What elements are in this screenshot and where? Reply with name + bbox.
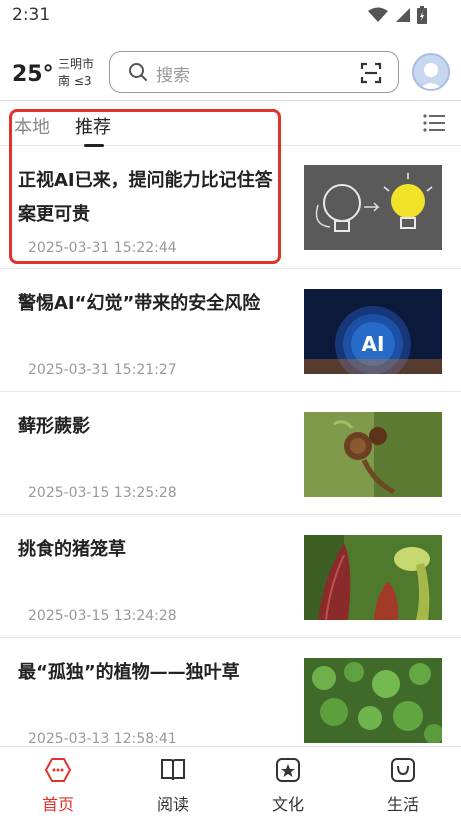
temperature: 25° — [12, 62, 54, 87]
news-item[interactable]: 警惕AI“幻觉”带来的安全风险 2025-03-31 15:21:27 AI — [0, 269, 461, 392]
lightbulb-chalk-image — [304, 165, 442, 250]
green-leaves-image — [304, 658, 442, 743]
wind-info: 南 ≤3 — [58, 74, 92, 88]
search-input[interactable]: 搜索 — [109, 51, 399, 93]
nav-label: 阅读 — [156, 795, 189, 814]
news-title: 藓形蕨影 — [18, 416, 90, 437]
tab-recommend[interactable]: 推荐 — [75, 113, 111, 139]
news-item[interactable]: 最“孤独”的植物——独叶草 2025-03-13 12:58:41 — [0, 638, 461, 746]
tab-local[interactable]: 本地 — [14, 113, 50, 139]
book-icon — [161, 759, 185, 781]
news-date: 2025-03-31 15:22:44 — [28, 240, 177, 256]
news-date: 2025-03-31 15:21:27 — [28, 362, 177, 378]
search-icon — [129, 63, 147, 81]
news-thumbnail — [304, 535, 442, 620]
battery-icon — [417, 6, 427, 24]
smile-bag-icon — [391, 758, 415, 782]
news-thumbnail: AI — [304, 289, 442, 374]
news-thumbnail — [304, 165, 442, 250]
user-avatar-icon — [419, 63, 443, 89]
star-badge-icon — [276, 758, 300, 782]
bottom-nav: 首页 阅读 文化 生活 — [0, 746, 461, 820]
wifi-icon — [368, 7, 388, 22]
pitcher-plant-image — [304, 535, 442, 620]
news-title: 正视AI已来，提问能力比记住答案更可贵 — [18, 170, 273, 225]
nav-label: 文化 — [271, 795, 304, 814]
channel-tabs: 本地 推荐 — [0, 100, 461, 147]
location-weather[interactable]: 三明市 南 ≤3 — [58, 56, 94, 90]
nav-culture[interactable]: 文化 — [248, 757, 328, 815]
news-item[interactable]: 正视AI已来，提问能力比记住答案更可贵 2025-03-31 15:22:44 — [0, 146, 461, 269]
city-name: 三明市 — [58, 57, 95, 71]
home-icon — [44, 758, 72, 782]
news-date: 2025-03-15 13:25:28 — [28, 485, 177, 501]
news-title: 挑食的猪笼草 — [18, 539, 126, 560]
status-time: 2:31 — [12, 5, 51, 25]
signal-icon — [396, 8, 410, 22]
header: 25° 三明市 南 ≤3 搜索 — [0, 44, 461, 100]
list-menu-icon[interactable] — [423, 113, 445, 133]
nav-read[interactable]: 阅读 — [133, 757, 213, 815]
news-item[interactable]: 藓形蕨影 2025-03-15 13:25:28 — [0, 392, 461, 515]
news-thumbnail — [304, 412, 442, 497]
avatar[interactable] — [412, 53, 450, 91]
news-title: 最“孤独”的植物——独叶草 — [18, 662, 240, 683]
nav-label: 首页 — [41, 795, 74, 814]
status-bar: 2:31 — [0, 0, 461, 32]
news-title: 警惕AI“幻觉”带来的安全风险 — [18, 293, 261, 314]
news-thumbnail — [304, 658, 442, 743]
nav-life[interactable]: 生活 — [363, 757, 443, 815]
ai-sphere-image: AI — [304, 289, 442, 374]
news-list: 正视AI已来，提问能力比记住答案更可贵 2025-03-31 15:22:44 … — [0, 146, 461, 746]
fern-curl-image — [304, 412, 442, 497]
nav-label: 生活 — [386, 795, 419, 814]
news-date: 2025-03-13 12:58:41 — [28, 731, 177, 746]
status-icons — [367, 6, 427, 24]
search-placeholder: 搜索 — [156, 66, 190, 86]
svg-text:AI: AI — [362, 332, 385, 356]
scan-icon[interactable] — [360, 62, 382, 84]
news-date: 2025-03-15 13:24:28 — [28, 608, 177, 624]
nav-home[interactable]: 首页 — [18, 757, 98, 815]
news-item[interactable]: 挑食的猪笼草 2025-03-15 13:24:28 — [0, 515, 461, 638]
